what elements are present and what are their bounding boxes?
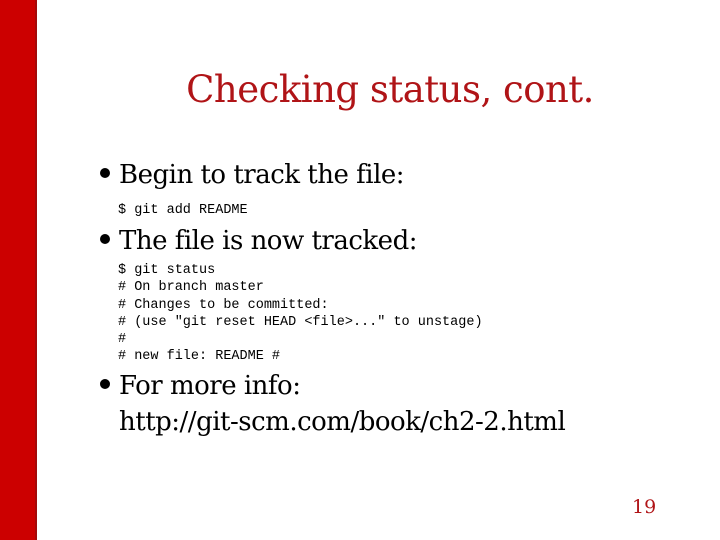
code-line: # On branch master xyxy=(118,280,264,296)
bullet-text: For more info: xyxy=(119,371,301,401)
bullet-item: For more info: xyxy=(100,371,301,401)
code-line: $ git status xyxy=(118,263,216,278)
bullet-text: The file is now tracked: xyxy=(119,226,417,256)
bullet-text: Begin to track the file: xyxy=(119,160,405,190)
info-link[interactable]: http://git-scm.com/book/ch2-2.html xyxy=(119,407,566,437)
code-block: $ git status # On branch master # Change… xyxy=(118,262,483,366)
side-accent-bar xyxy=(0,0,37,540)
bullet-dot-icon xyxy=(100,168,110,178)
code-line: # xyxy=(118,332,127,348)
bullet-dot-icon xyxy=(100,379,110,389)
code-line: # (use "git reset HEAD <file>..." to uns… xyxy=(118,314,483,330)
slide-title: Checking status, cont. xyxy=(186,68,594,111)
bullet-item: Begin to track the file: xyxy=(100,160,405,190)
code-block: $ git add README xyxy=(118,202,248,219)
page-number: 19 xyxy=(632,496,657,518)
code-line: # Changes to be committed: xyxy=(118,297,329,313)
bullet-item: The file is now tracked: xyxy=(100,226,417,256)
bullet-dot-icon xyxy=(100,234,110,244)
code-line: # new file: README # xyxy=(118,349,281,365)
code-line: $ git add README xyxy=(118,203,248,218)
